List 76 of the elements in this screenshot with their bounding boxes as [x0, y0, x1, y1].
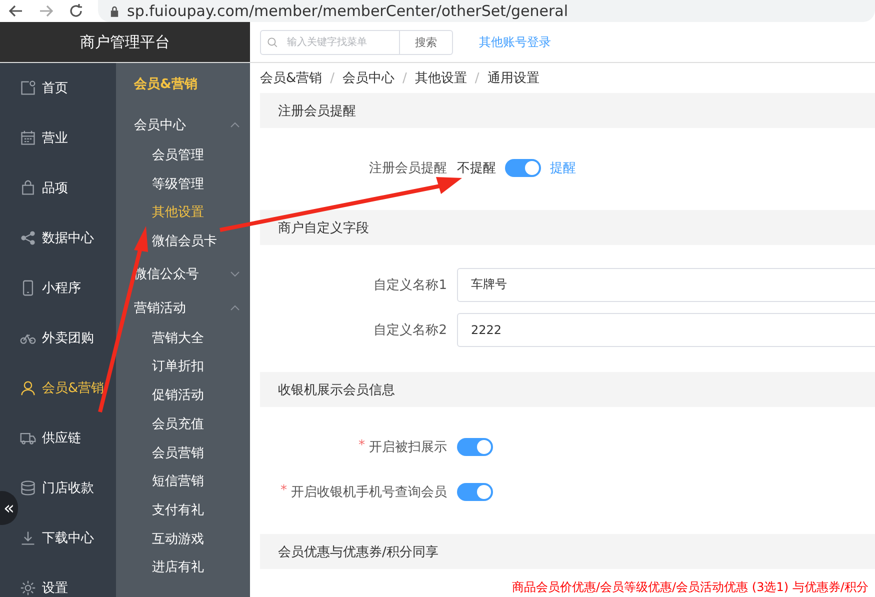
field-label: 开启被扫展示: [369, 438, 447, 456]
nav-item[interactable]: 外卖团购: [19, 313, 116, 363]
collapse-button[interactable]: «: [0, 491, 18, 525]
submenu-item[interactable]: 会员营销: [116, 440, 250, 468]
submenu-item[interactable]: 订单折扣: [116, 353, 250, 382]
home-icon: [20, 80, 36, 96]
search-field[interactable]: 输入关键字找菜单: [260, 30, 400, 54]
database-icon: [20, 480, 36, 496]
address-bar[interactable]: sp.fuioupay.com/member/memberCenter/otherSet/general: [98, 0, 875, 22]
on-label: 提醒: [550, 160, 576, 176]
toggle-switch[interactable]: [505, 158, 541, 176]
submenu-item[interactable]: 会员充值: [116, 410, 250, 440]
forward-icon[interactable]: [38, 3, 54, 19]
section-header: 商户自定义字段: [260, 210, 875, 245]
off-label: 不提醒: [457, 160, 496, 176]
breadcrumb-separator: /: [330, 70, 335, 86]
nav-item[interactable]: 供应链: [19, 413, 116, 463]
url-text: sp.fuioupay.com/member/memberCenter/otherSet/general: [127, 2, 568, 20]
phone-icon: [20, 280, 36, 296]
submenu-item[interactable]: 微信会员卡: [116, 228, 250, 257]
nav-item[interactable]: 会员&营销: [19, 363, 116, 413]
nav-item[interactable]: 小程序: [19, 263, 116, 313]
submenu-item[interactable]: 进店有礼: [116, 554, 250, 583]
section-header: 会员优惠与优惠券/积分同享: [260, 534, 875, 569]
submenu-item[interactable]: 等级管理: [116, 170, 250, 200]
toggle-switch[interactable]: [457, 438, 493, 456]
bag-icon: [20, 180, 36, 196]
field-label: 注册会员提醒: [369, 160, 447, 176]
submenu-title: 会员&营销: [132, 76, 198, 94]
text-field[interactable]: 车牌号: [457, 268, 875, 302]
text-field[interactable]: 2222: [457, 312, 875, 346]
search-button[interactable]: 搜索: [400, 30, 453, 54]
back-icon[interactable]: [8, 3, 24, 19]
submenu-group[interactable]: 营销活动: [116, 290, 250, 325]
note-text: 商品会员价优惠/会员等级优惠/会员活动优惠 (3选1) 与优惠券/积分: [511, 579, 870, 596]
submenu-item[interactable]: 支付有礼: [116, 496, 250, 526]
chevron-icon: [230, 304, 240, 311]
reload-icon[interactable]: [68, 3, 84, 19]
submenu-item[interactable]: 互动游戏: [116, 526, 250, 554]
truck-icon: [20, 430, 36, 446]
breadcrumb-item[interactable]: 会员中心: [342, 69, 395, 87]
required-mark: *: [358, 438, 365, 454]
lock-icon: [110, 6, 119, 16]
field-label: 开启收银机手机号查询会员: [291, 484, 447, 500]
nav-item[interactable]: 品项: [19, 163, 116, 213]
nav-item[interactable]: 数据中心: [19, 213, 116, 263]
chevron-icon: [230, 122, 240, 128]
submenu-item[interactable]: 营销大全: [116, 324, 250, 354]
nav-item[interactable]: 营业: [19, 113, 116, 163]
submenu-group[interactable]: 会员中心: [116, 108, 250, 142]
field-label: 自定义名称2: [374, 322, 447, 338]
nav-item[interactable]: 设置: [19, 563, 116, 597]
share-icon: [20, 230, 36, 246]
section-header: 收银机展示会员信息: [260, 372, 875, 407]
breadcrumb-item[interactable]: 其他设置: [414, 69, 467, 87]
nav-item[interactable]: 下载中心: [19, 513, 116, 563]
toggle-switch[interactable]: [457, 482, 493, 500]
submenu-item[interactable]: 促销活动: [116, 382, 250, 411]
breadcrumb-separator: /: [474, 70, 480, 86]
submenu-item[interactable]: 短信营销: [116, 468, 250, 497]
submenu-item[interactable]: 会员管理: [116, 142, 250, 171]
required-mark: *: [280, 482, 287, 500]
nav-item[interactable]: 首页: [19, 63, 116, 113]
brand-title: 商户管理平台: [0, 22, 250, 62]
calendar-icon: [20, 130, 36, 146]
field-label: 自定义名称1: [374, 276, 447, 294]
section-header: 注册会员提醒: [260, 93, 875, 128]
breadcrumb-item[interactable]: 通用设置: [487, 69, 540, 87]
user-icon: [20, 380, 36, 396]
nav-item[interactable]: 门店收款: [19, 463, 116, 513]
chevron-icon: [230, 270, 240, 277]
submenu-item[interactable]: 其他设置: [116, 199, 250, 228]
breadcrumb-item[interactable]: 会员&营销: [260, 69, 322, 87]
search-icon: [267, 36, 278, 48]
download-icon: [20, 530, 36, 546]
breadcrumb-separator: /: [402, 70, 407, 86]
